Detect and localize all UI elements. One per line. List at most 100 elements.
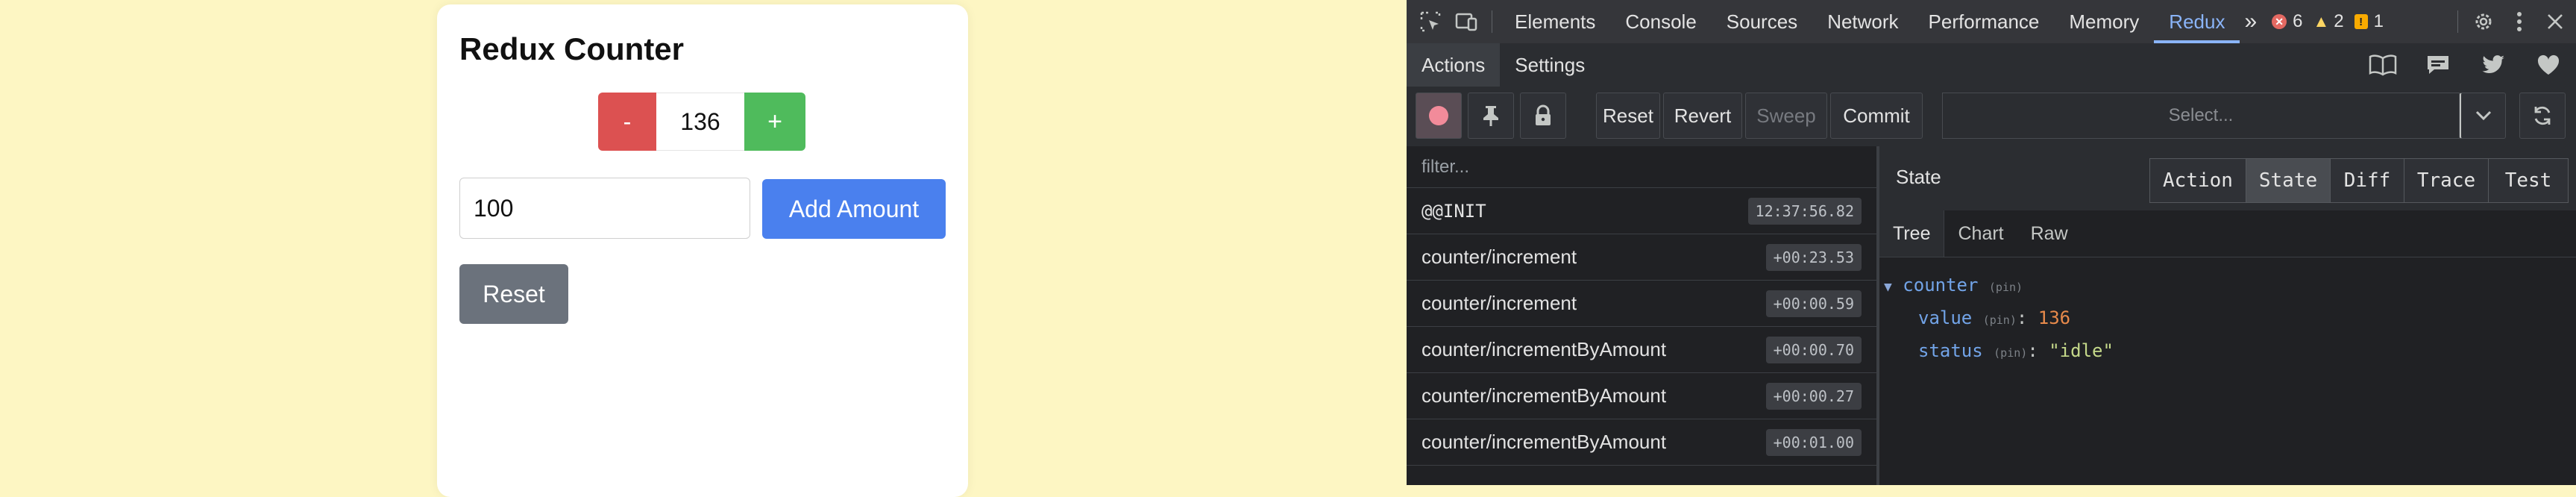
error-icon: ✕ — [2272, 14, 2287, 29]
close-icon[interactable] — [2537, 0, 2573, 43]
docs-book-icon[interactable] — [2355, 54, 2410, 76]
tab-tree[interactable]: Tree — [1879, 210, 1945, 257]
inspect-element-icon[interactable] — [1413, 0, 1448, 43]
state-tree: ▼ counter (pin) value (pin): 136 status … — [1879, 257, 2576, 485]
record-button[interactable] — [1416, 93, 1462, 139]
action-filter-input[interactable]: filter... — [1407, 146, 1876, 188]
tree-key: counter — [1903, 275, 1979, 296]
issues-count-badge[interactable]: ! 1 — [2354, 11, 2384, 32]
tab-elements[interactable]: Elements — [1500, 0, 1610, 43]
device-toolbar-icon[interactable] — [1448, 0, 1484, 43]
redux-subbar: Actions Settings — [1407, 43, 2576, 87]
select-dropdown-button[interactable] — [2460, 93, 2506, 139]
settings-gear-icon[interactable] — [2466, 0, 2501, 43]
devtools-topbar: Elements Console Sources Network Perform… — [1407, 0, 2576, 44]
action-name: counter/increment — [1421, 246, 1577, 268]
monitor-header: State Action State Diff Trace Test — [1879, 146, 2576, 211]
tab-raw[interactable]: Raw — [2017, 210, 2082, 257]
action-name: counter/incrementByAmount — [1421, 338, 1667, 360]
more-options-icon[interactable] — [2501, 0, 2537, 43]
pin-link[interactable]: (pin) — [1989, 281, 2023, 294]
counter-controls: - 136 + — [598, 93, 805, 151]
twitter-bird-icon[interactable] — [2466, 54, 2521, 75]
sync-icon — [2534, 106, 2551, 125]
issues-icon: ! — [2354, 14, 2368, 29]
expand-arrow-icon[interactable]: ▼ — [1884, 279, 1892, 295]
monitor-tab-test[interactable]: Test — [2488, 158, 2569, 203]
monitor-title: State — [1896, 166, 1941, 188]
tree-key: value — [1918, 307, 1973, 328]
tab-actions[interactable]: Actions — [1407, 43, 1501, 87]
sweep-button[interactable]: Sweep — [1745, 93, 1827, 139]
chevron-down-icon — [2475, 110, 2491, 121]
more-tabs-icon[interactable]: » — [2240, 0, 2261, 43]
tree-key: status — [1918, 340, 1983, 361]
tab-redux[interactable]: Redux — [2154, 0, 2240, 43]
action-time: +00:00.70 — [1765, 336, 1862, 363]
lock-button[interactable] — [1520, 93, 1566, 139]
monitor-tab-diff[interactable]: Diff — [2330, 158, 2404, 203]
commit-button[interactable]: Commit — [1830, 93, 1923, 139]
action-name: counter/incrementByAmount — [1421, 384, 1667, 407]
redux-link-icons — [2355, 54, 2576, 76]
tab-settings[interactable]: Settings — [1500, 43, 1600, 87]
instance-select-placeholder: Select... — [2168, 105, 2234, 125]
devtools-window-controls — [2450, 0, 2576, 43]
decrement-button[interactable]: - — [598, 93, 656, 151]
devtools-panel: Elements Console Sources Network Perform… — [1407, 0, 2576, 485]
action-time: +00:00.59 — [1765, 290, 1862, 317]
amount-input[interactable] — [459, 178, 750, 239]
error-count: 6 — [2293, 11, 2303, 31]
tab-memory[interactable]: Memory — [2054, 0, 2154, 43]
sync-button[interactable] — [2519, 93, 2566, 139]
action-item[interactable]: counter/incrementByAmount +00:00.70 — [1407, 327, 1876, 373]
filter-placeholder: filter... — [1421, 156, 1470, 177]
warning-count: 2 — [2334, 11, 2344, 31]
tree-value: 136 — [2038, 307, 2071, 328]
state-view-tabs: Tree Chart Raw — [1879, 210, 2576, 257]
warning-count-badge[interactable]: ▲ 2 — [2313, 11, 2344, 32]
pin-link[interactable]: (pin) — [1994, 346, 2027, 360]
tree-node-status: status (pin): "idle" — [1918, 340, 2114, 361]
tab-network[interactable]: Network — [1812, 0, 1913, 43]
action-time: +00:00.27 — [1765, 382, 1862, 410]
reset-action-button[interactable]: Reset — [1596, 93, 1660, 139]
action-name: @@INIT — [1421, 200, 1486, 222]
reset-button[interactable]: Reset — [459, 264, 568, 324]
instance-select[interactable]: Select... — [1942, 93, 2460, 139]
action-time: +00:01.00 — [1765, 428, 1862, 456]
tab-sources[interactable]: Sources — [1712, 0, 1812, 43]
counter-card: Redux Counter - 136 + Add Amount Reset — [437, 4, 968, 497]
action-item[interactable]: counter/increment +00:23.53 — [1407, 234, 1876, 281]
tab-console[interactable]: Console — [1610, 0, 1711, 43]
action-item[interactable]: counter/incrementByAmount +00:00.27 — [1407, 373, 1876, 419]
action-item[interactable]: counter/incrementByAmount +00:01.00 — [1407, 419, 1876, 466]
lock-icon — [1536, 104, 1551, 125]
pin-icon — [1483, 106, 1498, 126]
action-item[interactable]: @@INIT 12:37:56.82 — [1407, 188, 1876, 234]
monitor-tab-state[interactable]: State — [2246, 158, 2331, 203]
pin-button[interactable] — [1468, 93, 1514, 139]
error-count-badge[interactable]: ✕ 6 — [2272, 11, 2303, 32]
heart-support-icon[interactable] — [2521, 54, 2576, 75]
count-value: 136 — [656, 93, 744, 151]
monitor-tab-action[interactable]: Action — [2149, 158, 2246, 203]
app-viewport: Redux Counter - 136 + Add Amount Reset — [0, 0, 1407, 497]
warning-icon: ▲ — [2313, 12, 2330, 31]
action-name: counter/incrementByAmount — [1421, 431, 1667, 453]
pin-link[interactable]: (pin) — [1983, 313, 2017, 327]
action-list: @@INIT 12:37:56.82 counter/increment +00… — [1407, 188, 1876, 485]
toolbar-divider — [2457, 10, 2458, 33]
page-title: Redux Counter — [459, 31, 685, 66]
revert-button[interactable]: Revert — [1663, 93, 1742, 139]
increment-button[interactable]: + — [744, 93, 805, 151]
tab-performance[interactable]: Performance — [1914, 0, 2055, 43]
redux-toolbar: Reset Revert Sweep Commit Select... — [1407, 87, 2576, 147]
add-amount-button[interactable]: Add Amount — [762, 179, 946, 239]
action-item[interactable]: counter/increment +00:00.59 — [1407, 281, 1876, 327]
tree-node-counter[interactable]: ▼ counter (pin) — [1884, 275, 2023, 296]
issues-count: 1 — [2373, 11, 2384, 31]
discussion-chat-icon[interactable] — [2410, 54, 2466, 76]
monitor-tab-trace[interactable]: Trace — [2404, 158, 2489, 203]
tab-chart[interactable]: Chart — [1944, 210, 2017, 257]
